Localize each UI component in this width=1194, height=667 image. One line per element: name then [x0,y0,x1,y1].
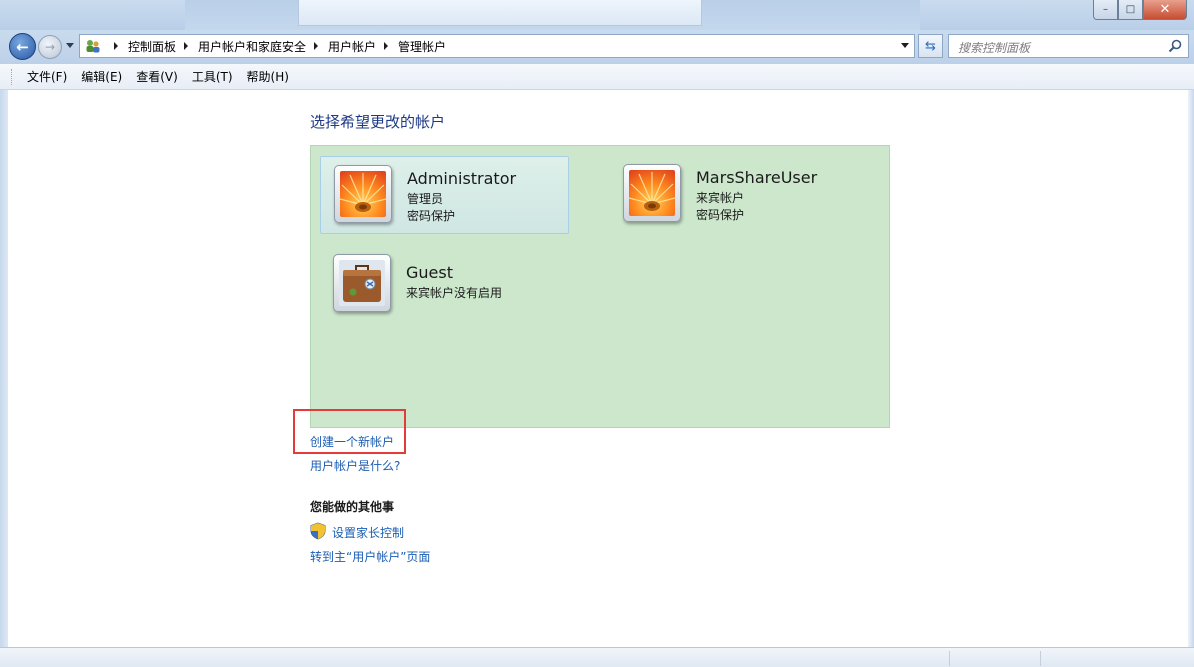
account-picture [334,165,392,223]
close-button[interactable]: ✕ [1143,0,1187,20]
menu-bar: 文件(F) 编辑(E) 查看(V) 工具(T) 帮助(H) [0,64,1194,90]
parental-controls-link[interactable]: 设置家长控制 [332,524,404,541]
breadcrumb-separator[interactable] [114,42,118,50]
account-name: Administrator [407,169,517,188]
minimize-button[interactable]: – [1093,0,1118,20]
accounts-panel: Administrator 管理员 密码保护 MarsShareUser 来宾帐… [310,145,890,428]
create-account-link[interactable]: 创建一个新帐户 [310,433,394,450]
window-right-border [1188,90,1194,647]
status-divider [1040,651,1041,666]
status-bar [0,647,1194,667]
breadcrumb-separator[interactable] [314,42,319,50]
account-tile-guest[interactable]: Guest 来宾帐户没有启用 [320,251,569,329]
account-name: Guest [406,263,453,282]
menu-grip [11,69,14,85]
menu-file[interactable]: 文件(F) [20,68,74,85]
window-controls: – □ ✕ [1093,0,1187,20]
search-input[interactable]: 搜索控制面板 [948,34,1189,58]
menu-edit[interactable]: 编辑(E) [74,68,129,85]
breadcrumb-separator[interactable] [184,42,189,50]
address-bar[interactable]: 控制面板 用户帐户和家庭安全 用户帐户 管理帐户 [79,34,915,58]
account-status: 来宾帐户没有启用 [406,286,503,300]
shield-icon [310,522,326,540]
what-is-user-account-link[interactable]: 用户帐户是什么? [310,457,400,474]
menu-tools[interactable]: 工具(T) [185,68,240,85]
account-password-status: 密码保护 [696,208,745,222]
search-icon[interactable] [1168,39,1182,53]
address-history-dropdown[interactable] [901,43,909,48]
breadcrumb-item-manage-accounts[interactable]: 管理帐户 [398,38,446,55]
go-to-user-accounts-link[interactable]: 转到主“用户帐户”页面 [310,548,430,565]
flower-icon [629,170,675,216]
menu-view[interactable]: 查看(V) [129,68,185,85]
refresh-button[interactable]: ⇆ [918,34,943,58]
back-button[interactable]: ← [9,33,36,60]
account-type: 来宾帐户 [696,191,745,205]
account-type: 管理员 [407,192,444,206]
other-tasks-heading: 您能做的其他事 [310,500,395,514]
search-placeholder: 搜索控制面板 [958,41,1031,55]
maximize-button[interactable]: □ [1118,0,1143,20]
breadcrumb-item-user-accounts[interactable]: 用户帐户 [328,38,376,55]
suitcase-icon [339,260,385,306]
menu-help[interactable]: 帮助(H) [240,68,296,85]
flower-icon [340,171,386,217]
breadcrumb-separator[interactable] [384,42,389,50]
window-left-border [0,90,8,647]
account-name: MarsShareUser [696,168,818,187]
breadcrumb-item-control-panel[interactable]: 控制面板 [128,38,176,55]
account-tile-administrator[interactable]: Administrator 管理员 密码保护 [320,156,569,234]
control-panel-icon [86,40,100,53]
status-divider [949,651,950,666]
recent-pages-dropdown[interactable] [66,43,74,48]
account-password-status: 密码保护 [407,209,456,223]
forward-button[interactable]: → [38,35,62,59]
breadcrumb: 控制面板 用户帐户和家庭安全 用户帐户 管理帐户 [106,35,446,57]
breadcrumb-item-user-accounts-family[interactable]: 用户帐户和家庭安全 [198,38,306,55]
navigation-bar: ← → 控制面板 用户帐户和家庭安全 用户帐户 管理帐户 ⇆ 搜索控制面板 [0,30,1194,64]
account-tile-marsshareuser[interactable]: MarsShareUser 来宾帐户 密码保护 [610,156,859,234]
account-picture [333,254,391,312]
title-bar-overlay [298,0,702,26]
page-title: 选择希望更改的帐户 [310,113,446,131]
title-bar: – □ ✕ [0,0,1194,30]
account-picture [623,164,681,222]
